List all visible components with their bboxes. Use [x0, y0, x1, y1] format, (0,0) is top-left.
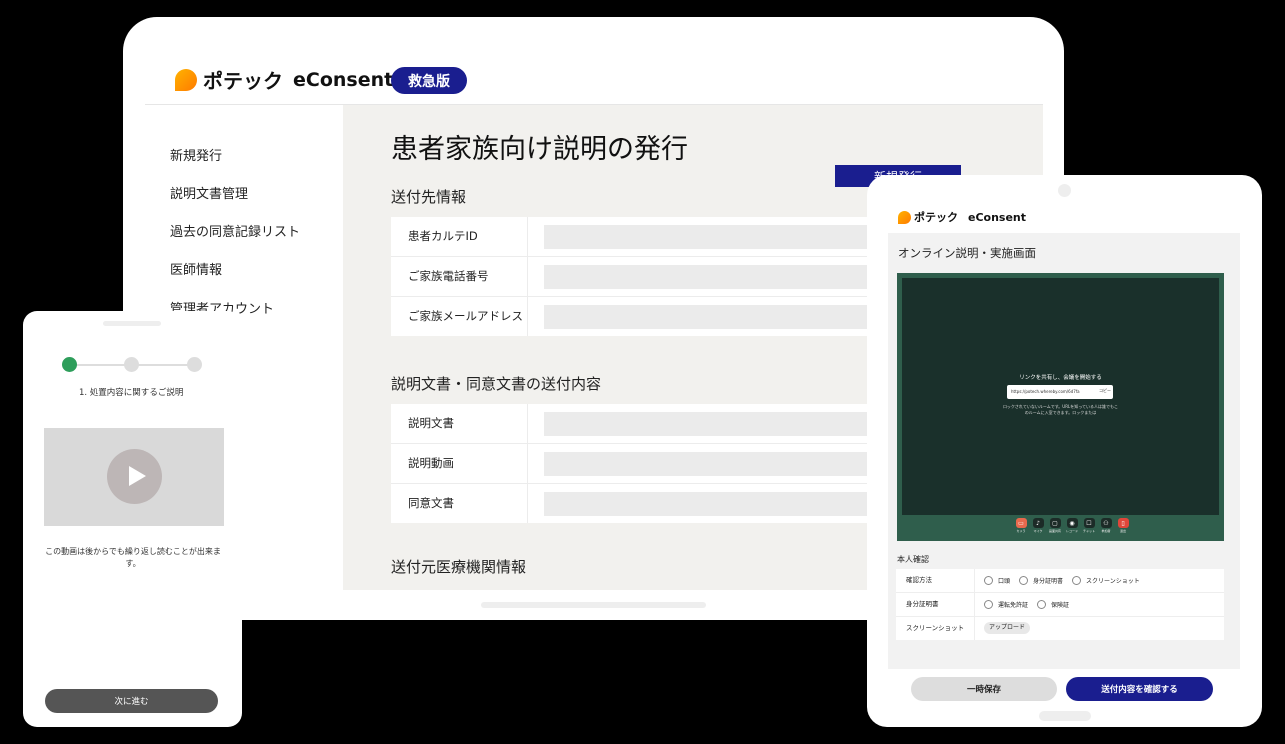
tablet-screen: ポテック eConsent オンライン説明・実施画面 リンクを共有し、会議を開始…: [867, 175, 1262, 727]
field-label: 説明文書: [408, 416, 454, 430]
brand-name-en: eConsent: [293, 68, 394, 91]
record-icon: ◉: [1066, 518, 1078, 528]
monitor-icon: ▢: [1049, 518, 1061, 528]
video-call-heading: リンクを共有し、会議を開始する: [1019, 375, 1102, 381]
potech-logo-icon: [898, 210, 911, 224]
table-row: スクリーンショット アップロード: [896, 617, 1224, 640]
copy-link-button[interactable]: コピー: [1099, 388, 1111, 394]
video-player[interactable]: [44, 428, 224, 526]
next-button[interactable]: 次に進む: [45, 689, 218, 713]
camera-control[interactable]: ▭ カメラ: [1014, 518, 1028, 533]
field-label: 同意文書: [408, 496, 454, 510]
id-radio-group: 運転免許証 保険証: [984, 593, 1069, 616]
radio-icon: [1072, 576, 1082, 585]
video-call-screen: リンクを共有し、会議を開始する https://potech.whereby.c…: [902, 278, 1219, 515]
record-control[interactable]: ◉ レコード: [1065, 518, 1079, 533]
section-title-recipient: 送付先情報: [391, 188, 467, 206]
play-button[interactable]: [107, 449, 162, 504]
camera-icon: [1058, 184, 1071, 197]
method-radio-group: 口頭 身分証明書 スクリーンショット: [984, 569, 1140, 592]
radio-verbal[interactable]: 口頭: [984, 576, 1010, 585]
row-label: 確認方法: [906, 576, 932, 584]
row-label: スクリーンショット: [906, 624, 965, 632]
radio-icon: [984, 576, 993, 585]
leave-control[interactable]: ▯ 退出: [1116, 518, 1130, 533]
section-title-sender: 送付元医療機関情報: [391, 558, 527, 576]
sidebar-item-documents[interactable]: 説明文書管理: [170, 183, 248, 202]
camera-icon: ▭: [1015, 518, 1027, 528]
share-screen-control[interactable]: ▢ 画面共有: [1048, 518, 1062, 533]
video-call-panel: リンクを共有し、会議を開始する https://potech.whereby.c…: [897, 273, 1224, 541]
table-row: 確認方法 口頭 身分証明書 スクリーンショット: [896, 569, 1224, 593]
microphone-icon: ♪: [1032, 518, 1044, 528]
meeting-url: https://potech.whereby.com/6d7fa: [1011, 389, 1080, 394]
brand-logo: ポテック eConsent: [175, 65, 393, 94]
participants-control[interactable]: ⚇ 参加者: [1099, 518, 1113, 533]
stepper-line: [69, 364, 131, 366]
potech-logo-icon: [175, 68, 197, 91]
laptop-bottom-bar: [481, 602, 706, 608]
radio-icon: [984, 600, 993, 609]
page-title: 患者家族向け説明の発行: [391, 134, 688, 165]
field-label: ご家族メールアドレス: [408, 309, 523, 323]
brand-name-jp: ポテック: [914, 211, 958, 224]
radio-icon: [1037, 600, 1047, 609]
phone-notch: [103, 321, 161, 326]
emergency-badge: 救急版: [391, 67, 467, 94]
step-1-dot: [62, 357, 77, 372]
video-note: この動画は後からでも繰り返し読むことが出来ます。: [45, 547, 221, 568]
page-title: オンライン説明・実施画面: [898, 246, 1036, 260]
video-call-toolbar: ▭ カメラ ♪ マイク ▢ 画面共有 ◉ レコード ☐ チャット ⚇ 参加者 ▯ 退出: [1014, 518, 1130, 533]
radio-drivers-license[interactable]: 運転免許証: [984, 600, 1028, 609]
step-3-dot: [187, 357, 202, 372]
sidebar-item-new[interactable]: 新規発行: [170, 145, 222, 164]
step-2-dot: [124, 357, 139, 372]
home-indicator: [1039, 711, 1091, 721]
section-title-content: 説明文書・同意文書の送付内容: [391, 375, 602, 393]
identity-table: 確認方法 口頭 身分証明書 スクリーンショット 身分証明書 運転免許証 保険証 …: [896, 569, 1224, 640]
identity-heading: 本人確認: [897, 555, 929, 564]
room-lock-note: ロックされていないルームです。URLを知っている人は誰でもこのルームに入室できま…: [1002, 404, 1119, 415]
field-label: 患者カルテID: [408, 229, 478, 243]
brand-name-jp: ポテック: [203, 69, 283, 93]
mic-control[interactable]: ♪ マイク: [1031, 518, 1045, 533]
chat-icon: ☐: [1083, 518, 1095, 528]
radio-insurance-card[interactable]: 保険証: [1037, 600, 1069, 609]
row-label: 身分証明書: [906, 600, 939, 608]
field-label: 説明動画: [408, 456, 454, 470]
sidebar-item-doctors[interactable]: 医師情報: [170, 259, 222, 278]
leave-icon: ▯: [1117, 518, 1129, 528]
phone-screen: 1. 処置内容に関するご説明 この動画は後からでも繰り返し読むことが出来ます。 …: [23, 311, 242, 727]
step-label: 1. 処置内容に関するご説明: [79, 388, 184, 398]
tablet-body: オンライン説明・実施画面 リンクを共有し、会議を開始する https://pot…: [888, 233, 1240, 669]
people-icon: ⚇: [1100, 518, 1112, 528]
chat-control[interactable]: ☐ チャット: [1082, 518, 1096, 533]
brand-logo: ポテック eConsent: [898, 209, 1026, 225]
table-row: 身分証明書 運転免許証 保険証: [896, 593, 1224, 617]
radio-screenshot[interactable]: スクリーンショット: [1072, 576, 1140, 585]
radio-id-card[interactable]: 身分証明書: [1019, 576, 1063, 585]
brand-name-en: eConsent: [968, 210, 1027, 224]
meeting-link-field[interactable]: https://potech.whereby.com/6d7fa コピー: [1007, 385, 1113, 399]
radio-icon: [1019, 576, 1029, 585]
play-icon: [129, 466, 146, 486]
field-label: ご家族電話番号: [408, 269, 489, 283]
confirm-send-button[interactable]: 送付内容を確認する: [1066, 677, 1213, 701]
upload-button[interactable]: アップロード: [984, 622, 1031, 634]
save-draft-button[interactable]: 一時保存: [911, 677, 1057, 701]
sidebar-item-consent-records[interactable]: 過去の同意記録リスト: [170, 221, 300, 240]
stepper-line: [131, 364, 195, 366]
